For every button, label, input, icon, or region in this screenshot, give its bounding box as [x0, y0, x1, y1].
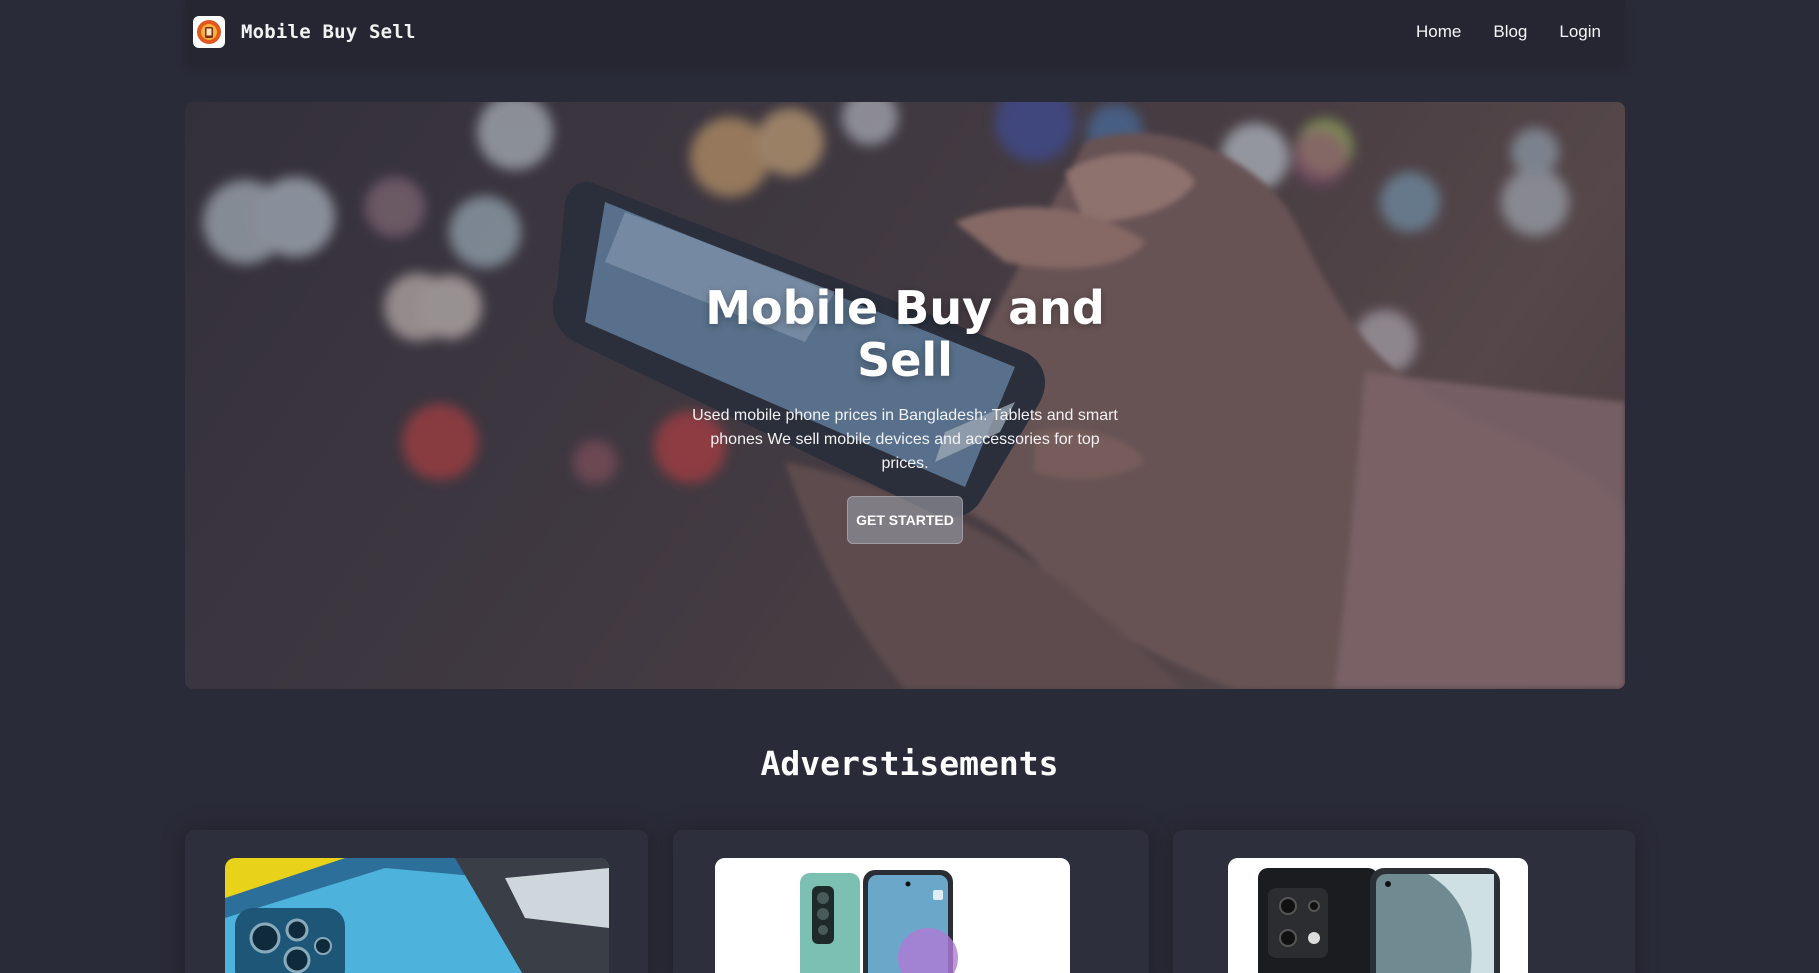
get-started-button[interactable]: GET STARTED	[847, 496, 963, 544]
brand-title: Mobile Buy Sell	[241, 20, 416, 43]
nav-home-link[interactable]: Home	[1416, 22, 1461, 42]
ad-image	[715, 858, 1070, 973]
navbar: Mobile Buy Sell Home Blog Login	[185, 0, 1625, 63]
nav-blog-link[interactable]: Blog	[1493, 22, 1527, 42]
ad-card[interactable]	[1173, 830, 1635, 973]
hero-description: Used mobile phone prices in Bangladesh: …	[692, 407, 1118, 472]
ad-image	[1228, 858, 1528, 973]
ad-image	[225, 858, 609, 973]
nav-links: Home Blog Login	[1416, 22, 1601, 42]
hero-banner: Mobile Buy and Sell Used mobile phone pr…	[185, 102, 1625, 689]
hero-content: Mobile Buy and Sell Used mobile phone pr…	[185, 282, 1625, 544]
nav-login-link[interactable]: Login	[1559, 22, 1601, 42]
advertisements-heading: Adverstisements	[760, 744, 1059, 783]
ad-card[interactable]	[673, 830, 1149, 973]
hero-title: Mobile Buy and Sell	[705, 281, 1105, 387]
brand[interactable]: Mobile Buy Sell	[193, 15, 416, 48]
logo-icon	[193, 15, 225, 48]
advertisements-list	[185, 830, 1635, 973]
ad-card[interactable]	[185, 830, 648, 973]
